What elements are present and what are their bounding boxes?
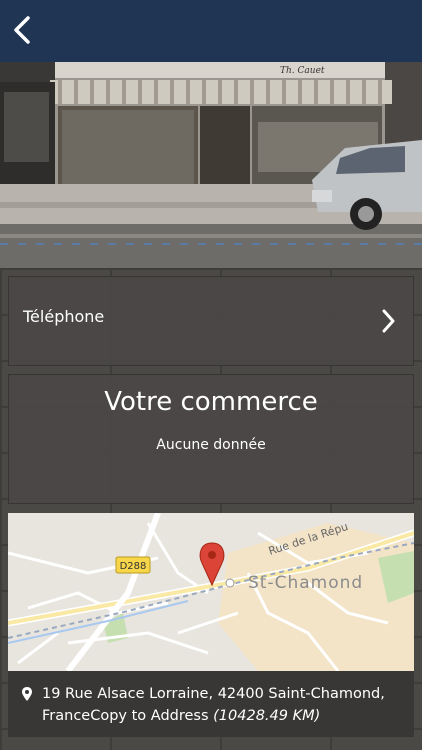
map-view[interactable]: D288 Rue de la Répu St-Chamond — [8, 513, 414, 671]
city-label: St-Chamond — [248, 573, 363, 593]
business-card: Votre commerce Aucune donnée — [8, 374, 414, 504]
chevron-right-icon — [382, 309, 395, 333]
phone-card[interactable]: Téléphone — [8, 276, 414, 366]
business-subtitle: Aucune donnée — [156, 437, 266, 453]
copy-address-link[interactable]: Copy to Address — [90, 708, 208, 724]
address-block: 19 Rue Alsace Lorraine, 42400 Saint-Cham… — [22, 683, 404, 727]
address-card: 19 Rue Alsace Lorraine, 42400 Saint-Cham… — [8, 671, 414, 737]
phone-label: Téléphone — [23, 307, 105, 326]
location-pin-icon — [22, 687, 32, 701]
top-bar — [0, 0, 422, 62]
business-title: Votre commerce — [104, 387, 318, 417]
road-label: D288 — [120, 561, 147, 572]
chevron-left-icon — [14, 16, 30, 44]
storefront-sign: Th. Cauet — [280, 66, 325, 76]
back-button[interactable] — [6, 10, 38, 50]
distance-text: (10428.49 KM) — [213, 708, 321, 724]
storefront-photo: Th. Cauet — [0, 62, 422, 268]
